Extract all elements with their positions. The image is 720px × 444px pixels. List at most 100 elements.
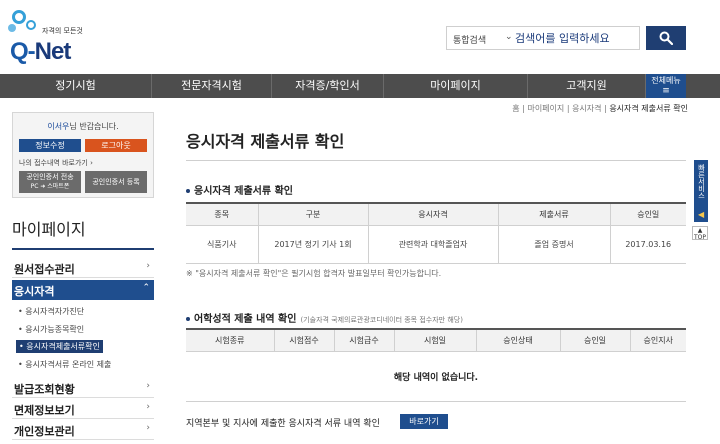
sidebar-item-label: 면제정보보기 bbox=[14, 404, 75, 417]
table-cell: 2017.03.16 bbox=[610, 225, 686, 264]
column-header: 제출서류 bbox=[498, 202, 611, 226]
logo-dot-icon bbox=[8, 24, 16, 32]
sidebar-subitem-online-submit[interactable]: • 응시자격서류 온라인 제출 bbox=[18, 359, 111, 370]
cert-transfer-sub: PC ➜ 스마트폰 bbox=[30, 183, 70, 190]
column-header: 시험점수 bbox=[274, 328, 335, 352]
chevron-right-icon: › bbox=[146, 261, 150, 271]
table-cell: 2017년 정기 기사 1회 bbox=[258, 225, 369, 264]
regional-documents-text: 지역본부 및 지사에 제출한 응시자격 서류 내역 확인 bbox=[186, 419, 380, 429]
column-header: 승인상태 bbox=[476, 328, 561, 352]
breadcrumb-separator: | bbox=[566, 104, 570, 113]
logo-tagline: 자격의 모든것 bbox=[42, 27, 83, 35]
welcome-text: 이서우님 반갑습니다. bbox=[13, 121, 153, 132]
user-name: 이서우 bbox=[47, 122, 70, 131]
cert-transfer-button[interactable]: 공인인증서 전송 PC ➜ 스마트폰 bbox=[19, 171, 81, 193]
column-header: 승인지사 bbox=[630, 328, 686, 352]
column-header: 승인일 bbox=[560, 328, 631, 352]
title-divider bbox=[186, 160, 686, 161]
search-box: 통합검색 ⌄ bbox=[446, 26, 640, 50]
column-header: 구분 bbox=[258, 202, 369, 226]
column-header: 시험종류 bbox=[186, 328, 275, 352]
all-menu-button[interactable]: 전체메뉴 ≡ bbox=[646, 74, 686, 98]
section-note: (기술자격 국제의료관광코디네이터 종목 접수자만 해당) bbox=[300, 316, 463, 324]
section-notice: ※ "응시자격 제출서류 확인"은 필기시험 합격자 발표일부터 확인가능합니다… bbox=[186, 269, 442, 278]
sidebar-item-exemption[interactable]: 면제정보보기 › bbox=[12, 399, 154, 419]
all-menu-label: 전체메뉴 bbox=[651, 76, 681, 85]
sidebar-subitem-label: 응시가능종목확인 bbox=[25, 325, 85, 334]
section-title-language: 어학성적 제출 내역 확인 (기술자격 국제의료관광코디네이터 종목 접수자만 해… bbox=[186, 310, 463, 325]
table-header-row: 종목 구분 응시자격 제출서류 승인일 bbox=[186, 202, 686, 226]
column-header: 응시자격 bbox=[368, 202, 499, 226]
sidebar-subitem-label: 응시자격제출서류확인 bbox=[26, 342, 100, 351]
my-history-link[interactable]: 나의 접수내역 바로가기 › bbox=[19, 158, 93, 168]
section-title-label: 응시자격 제출서류 확인 bbox=[194, 186, 293, 197]
search-input[interactable] bbox=[515, 29, 637, 47]
breadcrumb-home[interactable]: 홈 bbox=[512, 104, 519, 113]
column-header: 시험급수 bbox=[334, 328, 395, 352]
nav-item-professional-exam[interactable]: 전문자격시험 bbox=[152, 74, 272, 98]
logo-net: Net bbox=[34, 38, 72, 65]
breadcrumb-level1[interactable]: 마이페이지 bbox=[527, 104, 564, 113]
sidebar-subitem-self-check[interactable]: • 응시자격자가진단 bbox=[18, 306, 84, 317]
sidebar-item-label: 원서접수관리 bbox=[14, 263, 75, 276]
my-history-label: 나의 접수내역 바로가기 bbox=[19, 159, 88, 167]
sidebar-divider bbox=[12, 248, 154, 250]
table-cell: 졸업 증명서 bbox=[498, 225, 611, 264]
bullet-icon bbox=[186, 189, 190, 193]
sidebar-item-label: 개인정보관리 bbox=[14, 425, 75, 438]
table-header-row: 시험종류 시험점수 시험급수 시험일 승인상태 승인일 승인지사 bbox=[186, 328, 686, 352]
column-header: 승인일 bbox=[610, 202, 686, 226]
chevron-down-icon[interactable]: ⌄ bbox=[505, 32, 513, 42]
scroll-top-button[interactable]: ▲ TOP bbox=[692, 226, 708, 241]
sidebar-item-application[interactable]: 원서접수관리 › bbox=[12, 258, 154, 278]
documents-table: 종목 구분 응시자격 제출서류 승인일 식품기사 2017년 정기 기사 1회 … bbox=[186, 202, 686, 264]
sidebar-item-qualification[interactable]: 응시자격 ⌃ bbox=[12, 280, 154, 300]
nav-item-mypage[interactable]: 마이페이지 bbox=[384, 74, 528, 98]
logout-button[interactable]: 로그아웃 bbox=[85, 139, 147, 152]
table-row-empty: 해당 내역이 없습니다. bbox=[186, 351, 686, 402]
empty-message: 해당 내역이 없습니다. bbox=[186, 351, 686, 402]
caret-up-icon: ▲ bbox=[697, 227, 703, 234]
sidebar-title: 마이페이지 bbox=[12, 220, 86, 239]
cert-transfer-label: 공인인증서 전송 bbox=[26, 173, 74, 181]
breadcrumb-separator: | bbox=[604, 104, 607, 113]
search-icon bbox=[659, 31, 673, 45]
search-scope-select[interactable]: 통합검색 bbox=[453, 33, 486, 46]
edit-info-button[interactable]: 정보수정 bbox=[19, 139, 81, 152]
logo-brand: Q-Net bbox=[10, 38, 72, 66]
nav-item-support[interactable]: 고객지원 bbox=[528, 74, 646, 98]
quick-service-label: 빠른서비스 bbox=[697, 164, 706, 199]
breadcrumb-separator: | bbox=[522, 104, 525, 113]
cert-register-button[interactable]: 공인인증서 등록 bbox=[85, 171, 147, 193]
sidebar-subitem-label: 응시자격서류 온라인 제출 bbox=[25, 360, 112, 369]
table-row: 식품기사 2017년 정기 기사 1회 관련학과 대학졸업자 졸업 증명서 20… bbox=[186, 225, 686, 264]
login-box: 이서우님 반갑습니다. 정보수정 로그아웃 나의 접수내역 바로가기 › 공인인… bbox=[12, 112, 154, 198]
logo-circle-icon bbox=[12, 10, 26, 24]
sidebar-item-personal-info[interactable]: 개인정보관리 › bbox=[12, 420, 154, 440]
sidebar-subitem-documents-check[interactable]: • 응시자격제출서류확인 bbox=[16, 340, 103, 353]
header: 자격의 모든것 Q-Net 통합검색 ⌄ bbox=[0, 0, 720, 74]
column-header: 시험일 bbox=[394, 328, 477, 352]
search-button[interactable] bbox=[646, 26, 686, 50]
breadcrumb-level2[interactable]: 응시자격 bbox=[572, 104, 601, 113]
section-title-documents: 응시자격 제출서류 확인 bbox=[186, 182, 293, 197]
logo-circle-icon bbox=[26, 20, 36, 30]
chevron-right-icon: › bbox=[146, 402, 150, 412]
scroll-top-label: TOP bbox=[693, 234, 706, 241]
bullet-icon bbox=[186, 317, 190, 321]
main-nav: 정기시험 전문자격시험 자격증/학인서 마이페이지 고객지원 전체메뉴 ≡ bbox=[0, 74, 720, 98]
language-scores-table: 시험종류 시험점수 시험급수 시험일 승인상태 승인일 승인지사 해당 내역이 … bbox=[186, 328, 686, 402]
welcome-suffix: 님 반갑습니다. bbox=[69, 122, 119, 131]
nav-item-regular-exam[interactable]: 정기시험 bbox=[0, 74, 152, 98]
qnet-logo[interactable]: 자격의 모든것 Q-Net bbox=[8, 8, 83, 66]
logo-q: Q- bbox=[10, 38, 36, 65]
column-header: 종목 bbox=[186, 202, 259, 226]
caret-left-icon: ◀ bbox=[698, 210, 705, 219]
sidebar-item-label: 발급조회현황 bbox=[14, 383, 75, 396]
sidebar-subitem-eligible[interactable]: • 응시가능종목확인 bbox=[18, 324, 84, 335]
chevron-up-icon: ⌃ bbox=[142, 283, 150, 293]
go-button[interactable]: 바로가기 bbox=[400, 414, 448, 429]
sidebar-item-issuance[interactable]: 발급조회현황 › bbox=[12, 378, 154, 398]
nav-item-certificate[interactable]: 자격증/학인서 bbox=[272, 74, 384, 98]
section-title-label: 어학성적 제출 내역 확인 bbox=[194, 314, 297, 325]
